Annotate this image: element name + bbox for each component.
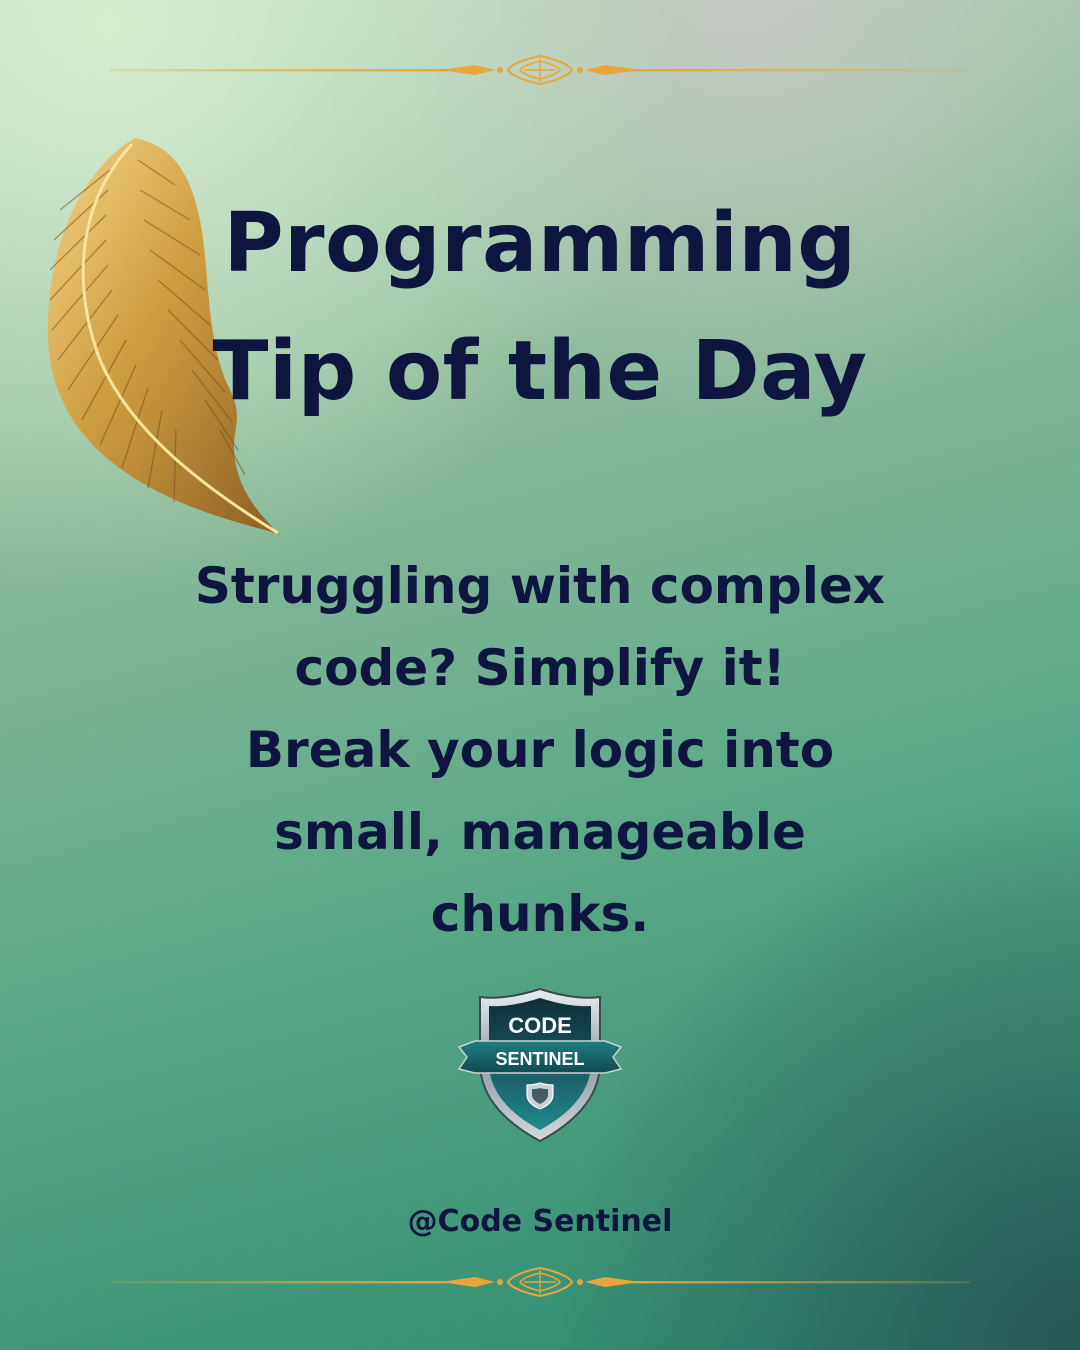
tip-line-2: code? Simplify it! [294, 639, 786, 697]
tip-line-3: Break your logic into [245, 721, 835, 779]
tip-text: Struggling with complex code? Simplify i… [100, 545, 980, 955]
poster: Programming Tip of the Day Struggling wi… [0, 0, 1080, 1350]
social-handle: @Code Sentinel [407, 1204, 673, 1239]
title-line-1: Programming [223, 196, 857, 291]
tip-line-5: chunks. [430, 885, 650, 943]
ornament-divider-bottom [110, 1266, 970, 1298]
title-line-2: Tip of the Day [212, 324, 868, 419]
ornament-divider-top [110, 54, 970, 86]
shield-logo: CODE SENTINEL [457, 987, 623, 1143]
tip-line-4: small, manageable [274, 803, 806, 861]
page-title: Programming Tip of the Day [150, 180, 930, 436]
logo-text-code: CODE [508, 1013, 572, 1038]
logo-text-sentinel: SENTINEL [495, 1049, 584, 1069]
tip-line-1: Struggling with complex [194, 557, 886, 615]
